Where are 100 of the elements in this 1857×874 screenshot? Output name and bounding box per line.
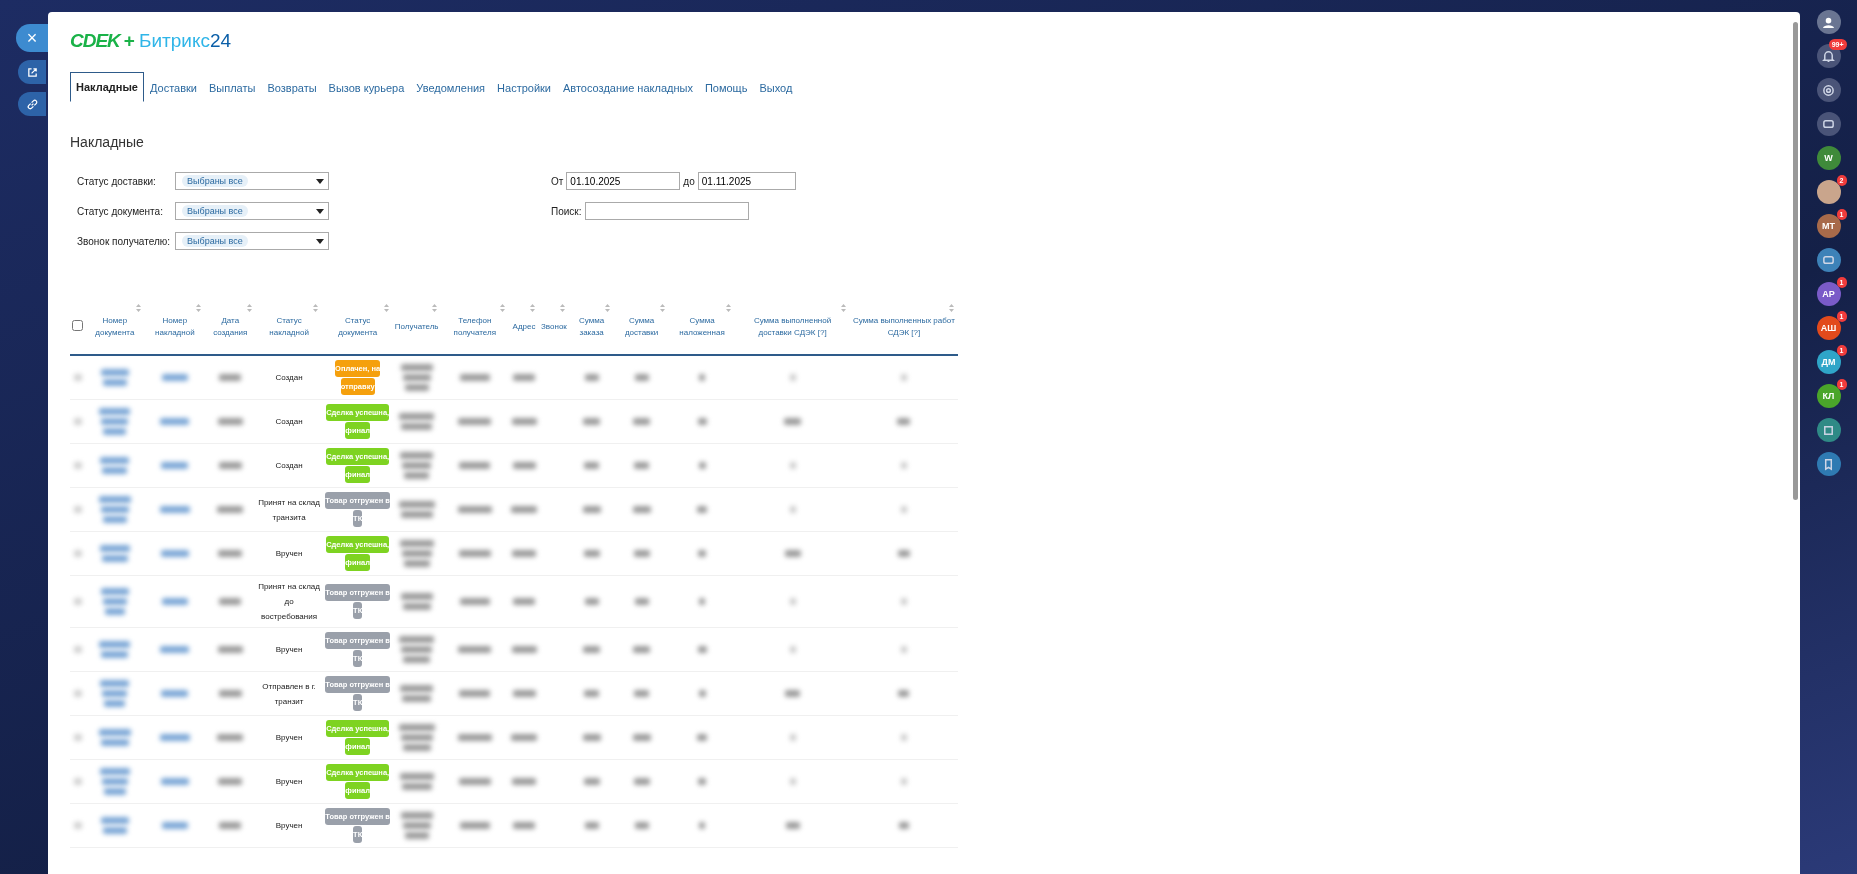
- dropdown-caret-icon: [316, 238, 324, 244]
- blurred-text: [698, 550, 706, 557]
- filter-dropdown[interactable]: Выбраны все: [175, 172, 329, 190]
- blurred-text: [584, 822, 599, 829]
- blurred-text: [785, 690, 801, 697]
- blurred-text: [513, 822, 536, 829]
- filter-dropdown[interactable]: Выбраны все: [175, 232, 329, 250]
- blurred-text: [400, 593, 433, 600]
- waybill-status: Вручен: [275, 776, 303, 788]
- sort-icon: [559, 304, 565, 312]
- blurred-text: [98, 729, 131, 736]
- contact-avatar[interactable]: МТ: [1816, 214, 1841, 238]
- sidebar-button[interactable]: [1816, 78, 1841, 102]
- contact-avatar[interactable]: W: [1816, 146, 1841, 170]
- blurred-text: [582, 506, 601, 513]
- blurred-text: [512, 550, 537, 557]
- search-label: Поиск:: [551, 205, 582, 217]
- blurred-text: [217, 646, 243, 653]
- tab[interactable]: Накладные: [70, 72, 144, 102]
- chat-button[interactable]: [1816, 248, 1841, 272]
- column-header[interactable]: Номер документа: [85, 300, 145, 355]
- column-header[interactable]: Статус накладной: [255, 300, 323, 355]
- blurred-text: [217, 734, 244, 741]
- column-header[interactable]: Номер накладной: [144, 300, 205, 355]
- close-button[interactable]: ×: [16, 24, 48, 52]
- date-from-field[interactable]: 01.10.2025: [566, 172, 681, 190]
- contact-avatar[interactable]: КЛ: [1816, 384, 1841, 408]
- blurred-text: [511, 734, 538, 741]
- blurred-text: [101, 418, 129, 425]
- blurred-text: [73, 778, 82, 785]
- blurred-text: [402, 744, 431, 751]
- date-to-field[interactable]: 01.11.2025: [697, 172, 796, 190]
- scrollbar[interactable]: [1792, 22, 1798, 500]
- contact-avatar[interactable]: АР: [1816, 282, 1841, 306]
- waybill-status: Вручен: [275, 732, 303, 744]
- column-header[interactable]: Сумма заказа: [568, 300, 615, 355]
- column-header[interactable]: Звонок: [539, 300, 569, 355]
- avatar-placeholder[interactable]: [1816, 180, 1841, 204]
- blurred-text: [73, 418, 82, 425]
- copy-link-button[interactable]: [18, 92, 46, 116]
- sidebar-button[interactable]: [1816, 452, 1841, 476]
- date-from-label: От: [551, 175, 564, 187]
- blurred-text: [102, 598, 127, 605]
- waybill-status: Вручен: [275, 644, 303, 656]
- sort-icon: [726, 304, 732, 312]
- waybill-status: Создан: [275, 460, 303, 472]
- chat-button[interactable]: [1816, 112, 1841, 136]
- selection-chip: Выбраны все: [182, 205, 248, 217]
- blurred-text: [459, 822, 490, 829]
- blurred-text: [102, 467, 128, 474]
- sidebar-button[interactable]: [1816, 418, 1841, 442]
- blurred-text: [789, 598, 796, 605]
- blurred-text: [73, 550, 82, 557]
- column-header[interactable]: Сумма доставки: [614, 300, 669, 355]
- blurred-text: [104, 608, 125, 615]
- blurred-text: [900, 374, 907, 381]
- blurred-text: [511, 506, 538, 513]
- blurred-text: [399, 636, 435, 643]
- column-header[interactable]: Дата создания: [204, 300, 256, 355]
- blurred-text: [633, 550, 650, 557]
- blurred-text: [403, 656, 431, 663]
- column-header[interactable]: Статус документа: [322, 300, 393, 355]
- blurred-text: [458, 550, 491, 557]
- blurred-text: [697, 734, 707, 741]
- blurred-text: [699, 374, 705, 381]
- blurred-text: [402, 462, 432, 469]
- column-header[interactable]: Адрес: [509, 300, 540, 355]
- blurred-text: [101, 778, 128, 785]
- blurred-text: [100, 506, 129, 513]
- blurred-text: [459, 598, 490, 605]
- blurred-text: [632, 506, 651, 513]
- sort-icon: [313, 304, 319, 312]
- filter-label: Статус доставки:: [77, 175, 157, 187]
- select-all-checkbox[interactable]: [72, 319, 83, 331]
- blurred-text: [633, 418, 651, 425]
- column-header[interactable]: Сумма выполненной доставки СДЭК [?]: [735, 300, 850, 355]
- blurred-text: [160, 550, 189, 557]
- grid-icon: [1822, 423, 1835, 437]
- blurred-text: [698, 778, 706, 785]
- blurred-text: [583, 550, 600, 557]
- column-header[interactable]: Сумма выполненных работ СДЭК [?]: [849, 300, 958, 355]
- contact-avatar[interactable]: АШ: [1816, 316, 1841, 340]
- column-header[interactable]: Сумма наложенная: [668, 300, 736, 355]
- blurred-text: [218, 778, 243, 785]
- column-header[interactable]: Получатель: [392, 300, 441, 355]
- blurred-text: [512, 778, 537, 785]
- blurred-text: [697, 418, 707, 425]
- profile-button[interactable]: [1816, 10, 1841, 34]
- sort-icon: [135, 304, 141, 312]
- blurred-text: [583, 778, 600, 785]
- search-field[interactable]: [584, 202, 749, 220]
- blurred-text: [400, 685, 434, 692]
- filter-dropdown[interactable]: Выбраны все: [175, 202, 329, 220]
- column-header[interactable]: Телефон получателя: [440, 300, 510, 355]
- blurred-text: [100, 817, 129, 824]
- blurred-text: [401, 550, 432, 557]
- open-new-window-button[interactable]: [18, 60, 46, 84]
- blurred-text: [400, 511, 433, 518]
- blurred-text: [400, 812, 433, 819]
- blurred-text: [218, 690, 242, 697]
